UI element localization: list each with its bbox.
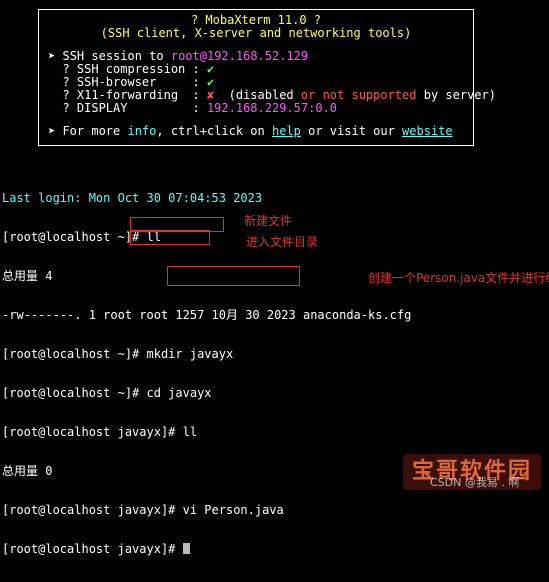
- info-link[interactable]: info: [127, 124, 156, 138]
- check-icon: ✔: [206, 62, 215, 76]
- output-line: -rw-------. 1 root root 1257 10月 30 2023…: [2, 308, 412, 322]
- option-display: ? DISPLAY : 192.168.229.57:0.0: [48, 101, 337, 115]
- highlight-vi: [167, 266, 300, 286]
- text-cursor: [182, 543, 190, 554]
- highlight-cd: [130, 230, 210, 245]
- annotation-create-person: 创建一个Person.java文件并进行编辑: [368, 271, 549, 285]
- check-icon: ✔: [206, 75, 215, 89]
- website-link[interactable]: website: [402, 124, 453, 138]
- command-line: [root@localhost ~]# mkdir javayx: [2, 347, 234, 361]
- terminal-screen[interactable]: ? MobaXterm 11.0 ? (SSH client, X-server…: [0, 0, 549, 556]
- watermark-csdn: CSDN @我易 . 啊: [430, 476, 520, 489]
- annotation-new-file: 新建文件: [244, 214, 293, 228]
- help-link[interactable]: help: [272, 124, 301, 138]
- command-line: [root@localhost javayx]# vi Person.java: [2, 503, 284, 517]
- welcome-banner: ? MobaXterm 11.0 ? (SSH client, X-server…: [38, 9, 496, 146]
- annotation-enter-dir: 进入文件目录: [246, 235, 319, 249]
- bullet-icon: ➤: [48, 49, 56, 63]
- info-row: ➤ For more info, ctrl+click on help or v…: [48, 124, 453, 138]
- command-line: [root@localhost ~]# cd javayx: [2, 386, 212, 400]
- session-user: root: [170, 49, 200, 63]
- command-line: [root@localhost javayx]# ll: [2, 425, 198, 439]
- output-line: 总用量 0: [2, 464, 53, 478]
- session-host: @192.168.52.129: [199, 49, 309, 63]
- banner-subtitle: (SSH client, X-server and networking too…: [100, 26, 412, 40]
- last-login-line: Last login: Mon Oct 30 07:04:53 2023: [2, 191, 263, 205]
- prompt-line[interactable]: [root@localhost javayx]#: [2, 543, 411, 556]
- display-value: 192.168.229.57:0.0: [206, 101, 337, 115]
